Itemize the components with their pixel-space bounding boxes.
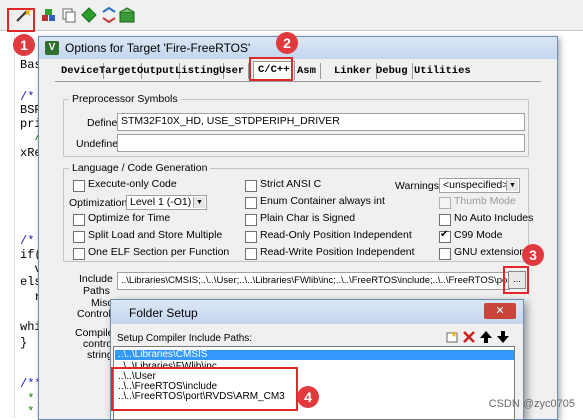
no-auto-includes-label: No Auto Includes bbox=[454, 212, 534, 224]
tab-asm[interactable]: Asm bbox=[293, 63, 321, 79]
undefine-label: Undefine: bbox=[76, 138, 121, 150]
green-diamond-icon[interactable] bbox=[80, 6, 98, 24]
optimization-select[interactable]: Level 1 (-O1) ▼ bbox=[126, 195, 207, 210]
editor-gutter bbox=[0, 31, 15, 418]
preprocessor-group-title: Preprocessor Symbols bbox=[69, 93, 181, 105]
folder-setup-titlebar[interactable]: Folder Setup ✕ bbox=[111, 300, 523, 324]
optimization-value: Level 1 (-O1) bbox=[130, 196, 192, 208]
execute-only-checkbox[interactable] bbox=[73, 180, 85, 192]
pack-installer-icon[interactable] bbox=[118, 6, 136, 24]
split-load-checkbox[interactable] bbox=[73, 231, 85, 243]
rwpi-label: Read-Write Position Independent bbox=[260, 246, 415, 258]
strict-ansi-checkbox[interactable] bbox=[245, 180, 257, 192]
ropi-checkbox[interactable] bbox=[245, 231, 257, 243]
rwpi-checkbox[interactable] bbox=[245, 248, 257, 260]
thumb-mode-checkbox[interactable] bbox=[439, 197, 451, 209]
one-elf-checkbox[interactable] bbox=[73, 248, 85, 260]
tab-linker[interactable]: Linker bbox=[330, 63, 377, 79]
code-line: } bbox=[20, 336, 28, 350]
optimize-time-label: Optimize for Time bbox=[88, 212, 171, 224]
toolbar bbox=[0, 0, 583, 31]
warnings-select[interactable]: <unspecified> ▼ bbox=[439, 178, 520, 193]
code-line: /* bbox=[20, 234, 35, 248]
warnings-value: <unspecified> bbox=[443, 179, 509, 191]
include-paths-list-label: Setup Compiler Include Paths: bbox=[117, 333, 253, 344]
close-button[interactable]: ✕ bbox=[484, 303, 516, 319]
dialog-title: Options for Target 'Fire-FreeRTOS' bbox=[65, 41, 251, 55]
watermark: CSDN @zyc0705 bbox=[488, 398, 575, 410]
include-paths-input[interactable]: ..\Libraries\CMSIS;..\..\User;..\..\Libr… bbox=[117, 272, 510, 290]
highlight-added-paths bbox=[111, 367, 298, 411]
tab-debug[interactable]: Debug bbox=[372, 63, 413, 79]
split-load-label: Split Load and Store Multiple bbox=[88, 229, 223, 241]
chevron-down-icon: ▼ bbox=[506, 180, 518, 191]
arrows-icon[interactable] bbox=[100, 6, 118, 24]
gnu-extensions-label: GNU extensions bbox=[454, 246, 531, 258]
optimize-time-checkbox[interactable] bbox=[73, 214, 85, 226]
highlight-c-cpp-tab bbox=[249, 57, 293, 81]
ropi-label: Read-Only Position Independent bbox=[260, 229, 412, 241]
define-label: Define: bbox=[87, 117, 121, 129]
delete-icon[interactable] bbox=[462, 330, 476, 344]
load-icon[interactable] bbox=[40, 6, 58, 24]
enum-container-label: Enum Container always int bbox=[260, 195, 385, 207]
highlight-options-button bbox=[7, 8, 35, 32]
execute-only-label: Execute-only Code bbox=[88, 178, 177, 190]
step-badge-1: 1 bbox=[13, 34, 35, 56]
one-elf-label: One ELF Section per Function bbox=[88, 246, 230, 258]
folder-setup-title: Folder Setup bbox=[129, 306, 198, 320]
paths-label: Paths bbox=[83, 285, 110, 297]
strict-ansi-label: Strict ANSI C bbox=[260, 178, 322, 190]
thumb-mode-label: Thumb Mode bbox=[454, 195, 516, 207]
step-badge-3: 3 bbox=[522, 244, 544, 266]
plain-char-checkbox[interactable] bbox=[245, 214, 257, 226]
chevron-down-icon: ▼ bbox=[193, 197, 205, 208]
c99-mode-checkbox[interactable] bbox=[439, 229, 451, 243]
move-down-icon[interactable] bbox=[496, 330, 510, 344]
string-label: string bbox=[87, 349, 113, 361]
copy-icon[interactable] bbox=[60, 6, 78, 24]
c99-mode-label: C99 Mode bbox=[454, 229, 503, 241]
optimization-label: Optimization: bbox=[69, 197, 131, 209]
keil-logo-icon: V bbox=[45, 41, 59, 55]
undefine-input[interactable] bbox=[117, 134, 525, 152]
tab-utilities[interactable]: Utilities bbox=[410, 63, 475, 79]
highlight-browse-button bbox=[503, 266, 529, 294]
include-label: Include bbox=[79, 273, 113, 285]
step-badge-2: 2 bbox=[276, 32, 298, 54]
list-item[interactable]: ..\..\Libraries\CMSIS bbox=[115, 350, 514, 360]
language-group-title: Language / Code Generation bbox=[69, 162, 211, 174]
dialog-titlebar[interactable]: V Options for Target 'Fire-FreeRTOS' bbox=[39, 37, 557, 59]
no-auto-includes-checkbox[interactable] bbox=[439, 214, 451, 226]
plain-char-label: Plain Char is Signed bbox=[260, 212, 356, 224]
tab-user[interactable]: User bbox=[215, 63, 250, 79]
code-line: /* bbox=[20, 90, 35, 104]
step-badge-4: 4 bbox=[297, 386, 319, 408]
enum-container-checkbox[interactable] bbox=[245, 197, 257, 209]
warnings-label: Warnings: bbox=[395, 180, 442, 192]
move-up-icon[interactable] bbox=[479, 330, 493, 344]
new-folder-icon[interactable] bbox=[445, 330, 459, 344]
gnu-extensions-checkbox[interactable] bbox=[439, 248, 451, 260]
define-input[interactable]: STM32F10X_HD, USE_STDPERIPH_DRIVER bbox=[117, 113, 525, 131]
